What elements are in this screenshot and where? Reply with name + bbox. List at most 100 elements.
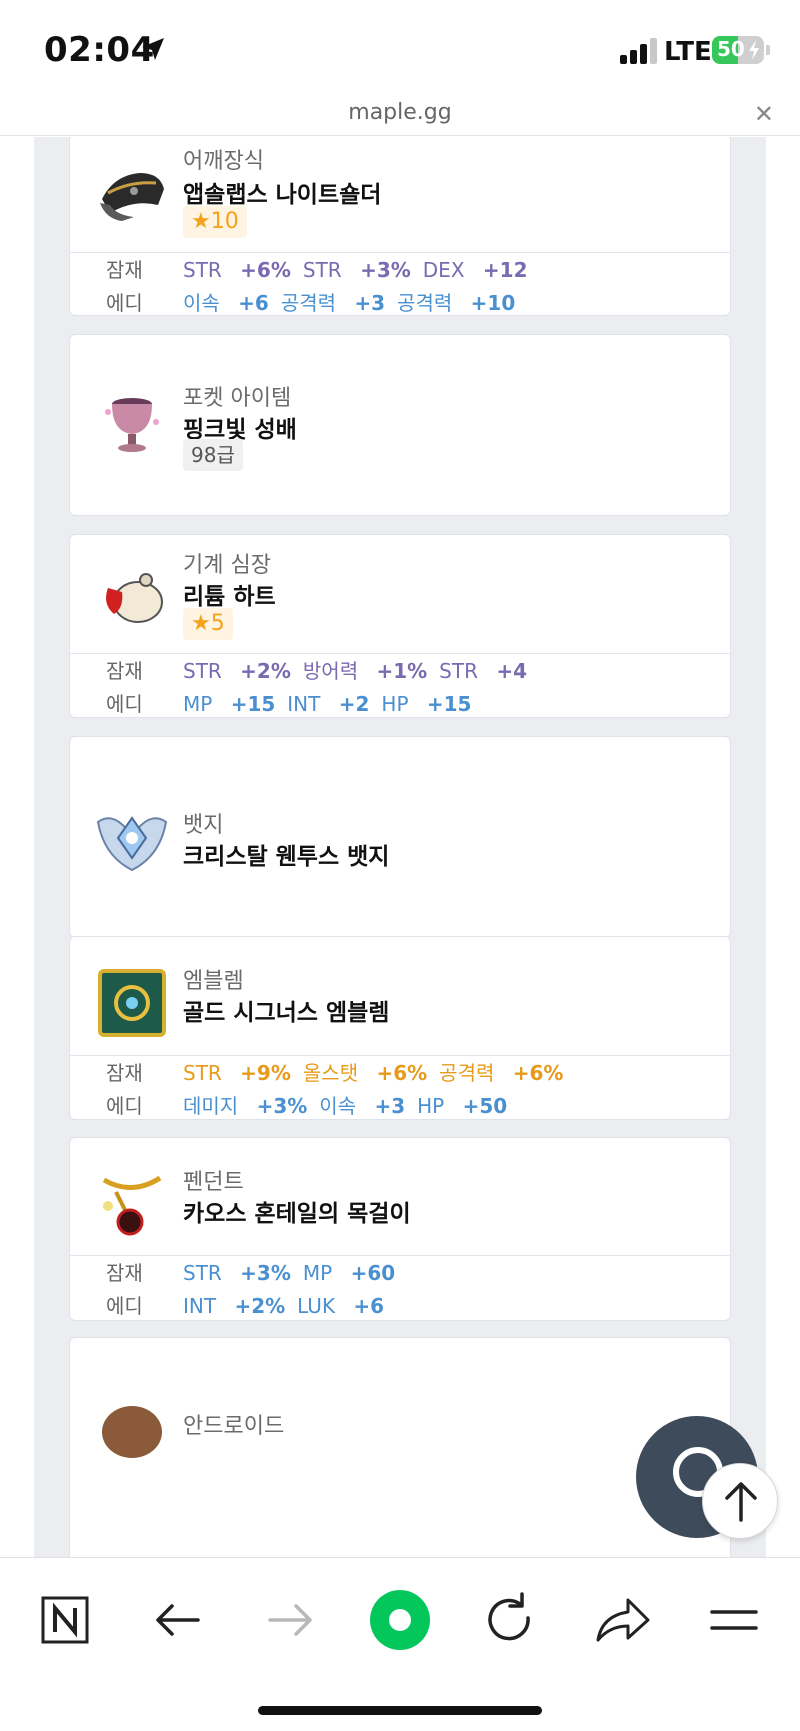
item-name: 앱솔랩스 나이트숄더 (183, 182, 382, 208)
starforce-badge: ★5 (183, 608, 233, 640)
android-item-icon (102, 1406, 162, 1458)
potential-row: 잠재 STR +2% 방어력 +1% STR +4 (70, 656, 730, 686)
option: STR +3% (183, 1261, 291, 1285)
potential-row: 잠재 STR +3% MP +60 (70, 1258, 730, 1288)
share-icon[interactable] (590, 1588, 654, 1652)
item-name: 골드 시그너스 엠블렘 (183, 1000, 390, 1026)
green-dot-icon[interactable] (368, 1588, 432, 1652)
item-name: 리튬 하트 (183, 584, 276, 610)
item-category: 펜던트 (183, 1170, 244, 1195)
potential-values: STR +6% STR +3% DEX +12 (183, 255, 539, 285)
potential-row: 잠재 STR +9% 올스탯 +6% 공격력 +6% (70, 1058, 730, 1088)
equipment-card-pendant[interactable]: 펜던트 카오스 혼테일의 목걸이 잠재 STR +3% MP +60 에디 INT… (69, 1137, 731, 1321)
scroll-top-icon (725, 1482, 757, 1522)
equipment-card-heart[interactable]: 기계 심장 리튬 하트 ★5 잠재 STR +2% 방어력 +1% STR +4 에… (69, 534, 731, 718)
browser-toolbar (0, 1557, 800, 1731)
option: HP +15 (381, 692, 472, 716)
forward-arrow-icon[interactable] (258, 1588, 322, 1652)
item-name: 카오스 혼테일의 목걸이 (183, 1201, 411, 1227)
option: STR +9% (183, 1061, 291, 1085)
equipment-card-emblem[interactable]: 엠블렘 골드 시그너스 엠블렘 잠재 STR +9% 올스탯 +6% 공격력 +6%… (69, 936, 731, 1120)
additional-values: INT +2% LUK +6 (183, 1291, 396, 1320)
status-time: 02:04 (44, 30, 155, 70)
potential-label: 잠재 (106, 1261, 143, 1285)
item-category: 기계 심장 (183, 553, 271, 578)
option: 공격력 +6% (439, 1061, 564, 1085)
potential-values: STR +3% MP +60 (183, 1258, 407, 1288)
item-category: 안드로이드 (183, 1414, 285, 1439)
item-category: 포켓 아이템 (183, 386, 292, 411)
option: STR +2% (183, 659, 291, 683)
potential-label: 잠재 (106, 659, 143, 683)
option: INT +2% (183, 1294, 286, 1318)
additional-row: 에디 이속 +6 공격력 +3 공격력 +10 (70, 288, 730, 315)
option: STR +4 (439, 659, 528, 683)
potential-values: STR +9% 올스탯 +6% 공격력 +6% (183, 1058, 575, 1088)
reload-icon[interactable] (478, 1588, 542, 1652)
equipment-card-shoulder[interactable]: 어깨장식 앱솔랩스 나이트숄더 ★10 잠재 STR +6% STR +3% DEX… (69, 137, 731, 316)
home-indicator (258, 1706, 542, 1715)
scroll-top-button[interactable] (702, 1463, 778, 1539)
additional-label: 에디 (106, 291, 143, 315)
item-category: 뱃지 (183, 813, 224, 838)
option: 이속 +6 (183, 291, 269, 315)
item-options: 잠재 STR +6% STR +3% DEX +12 에디 이속 +6 공격력 +3 공… (70, 252, 730, 315)
battery-icon: 50 (712, 36, 764, 64)
equipment-card-pocket[interactable]: 포켓 아이템 핑크빛 성배 98급 (69, 334, 731, 516)
option: STR +6% (183, 258, 291, 282)
grade-badge: 98급 (183, 439, 243, 471)
pendant-item-icon (102, 1175, 162, 1236)
option: 이속 +3 (319, 1094, 406, 1118)
option: MP +60 (302, 1261, 396, 1285)
additional-values: MP +15 INT +2 HP +15 (183, 689, 483, 717)
equipment-card-badge[interactable]: 뱃지 크리스탈 웬투스 뱃지 (69, 736, 731, 938)
naver-home-icon[interactable] (33, 1588, 97, 1652)
badge-item-icon (96, 816, 168, 872)
page-content: 어깨장식 앱솔랩스 나이트숄더 ★10 잠재 STR +6% STR +3% DEX… (0, 137, 800, 1557)
menu-icon[interactable] (702, 1588, 766, 1652)
item-options: 잠재 STR +2% 방어력 +1% STR +4 에디 MP +15 INT +2 H… (70, 653, 730, 717)
url-text[interactable]: maple.gg (0, 100, 800, 125)
signal-icon (618, 38, 662, 64)
option: MP +15 (183, 692, 276, 716)
pocket-item-icon (105, 398, 159, 452)
additional-row: 에디 데미지 +3% 이속 +3 HP +50 (70, 1091, 730, 1119)
additional-values: 이속 +6 공격력 +3 공격력 +10 (183, 288, 527, 315)
battery-percent: 50 (717, 37, 745, 61)
close-icon[interactable]: ✕ (754, 100, 774, 128)
item-options: 잠재 STR +9% 올스탯 +6% 공격력 +6% 에디 데미지 +3% 이속 +3… (70, 1055, 730, 1119)
emblem-item-icon (98, 969, 166, 1037)
heart-item-icon (106, 573, 163, 623)
item-category: 어깨장식 (183, 149, 264, 174)
item-name: 크리스탈 웬투스 뱃지 (183, 844, 390, 870)
option: DEX +12 (422, 258, 528, 282)
potential-values: STR +2% 방어력 +1% STR +4 (183, 656, 539, 686)
option: HP +50 (417, 1094, 508, 1118)
battery-cap (766, 45, 770, 55)
additional-values: 데미지 +3% 이속 +3 HP +50 (183, 1091, 519, 1119)
additional-row: 에디 MP +15 INT +2 HP +15 (70, 689, 730, 717)
option: 방어력 +1% (302, 659, 428, 683)
location-arrow-icon (142, 38, 164, 60)
additional-label: 에디 (106, 1094, 143, 1118)
potential-label: 잠재 (106, 1061, 143, 1085)
option: LUK +6 (297, 1294, 385, 1318)
potential-row: 잠재 STR +6% STR +3% DEX +12 (70, 255, 730, 285)
back-arrow-icon[interactable] (146, 1588, 210, 1652)
potential-label: 잠재 (106, 258, 143, 282)
starforce-badge: ★10 (183, 206, 247, 238)
option: INT +2 (287, 692, 370, 716)
option: STR +3% (302, 258, 411, 282)
option: 올스탯 +6% (302, 1061, 428, 1085)
item-options: 잠재 STR +3% MP +60 에디 INT +2% LUK +6 (70, 1255, 730, 1320)
item-category: 엠블렘 (183, 969, 244, 994)
additional-row: 에디 INT +2% LUK +6 (70, 1291, 730, 1320)
additional-label: 에디 (106, 692, 143, 716)
shoulder-item-icon (100, 173, 164, 221)
status-bar: 02:04 LTE 50 (0, 0, 800, 96)
address-bar[interactable]: maple.gg ✕ (0, 96, 800, 136)
charging-bolt-icon (749, 40, 759, 60)
network-type: LTE (664, 37, 712, 67)
option: 공격력 +3 (280, 291, 386, 315)
equipment-card-android[interactable]: 안드로이드 (69, 1337, 731, 1557)
